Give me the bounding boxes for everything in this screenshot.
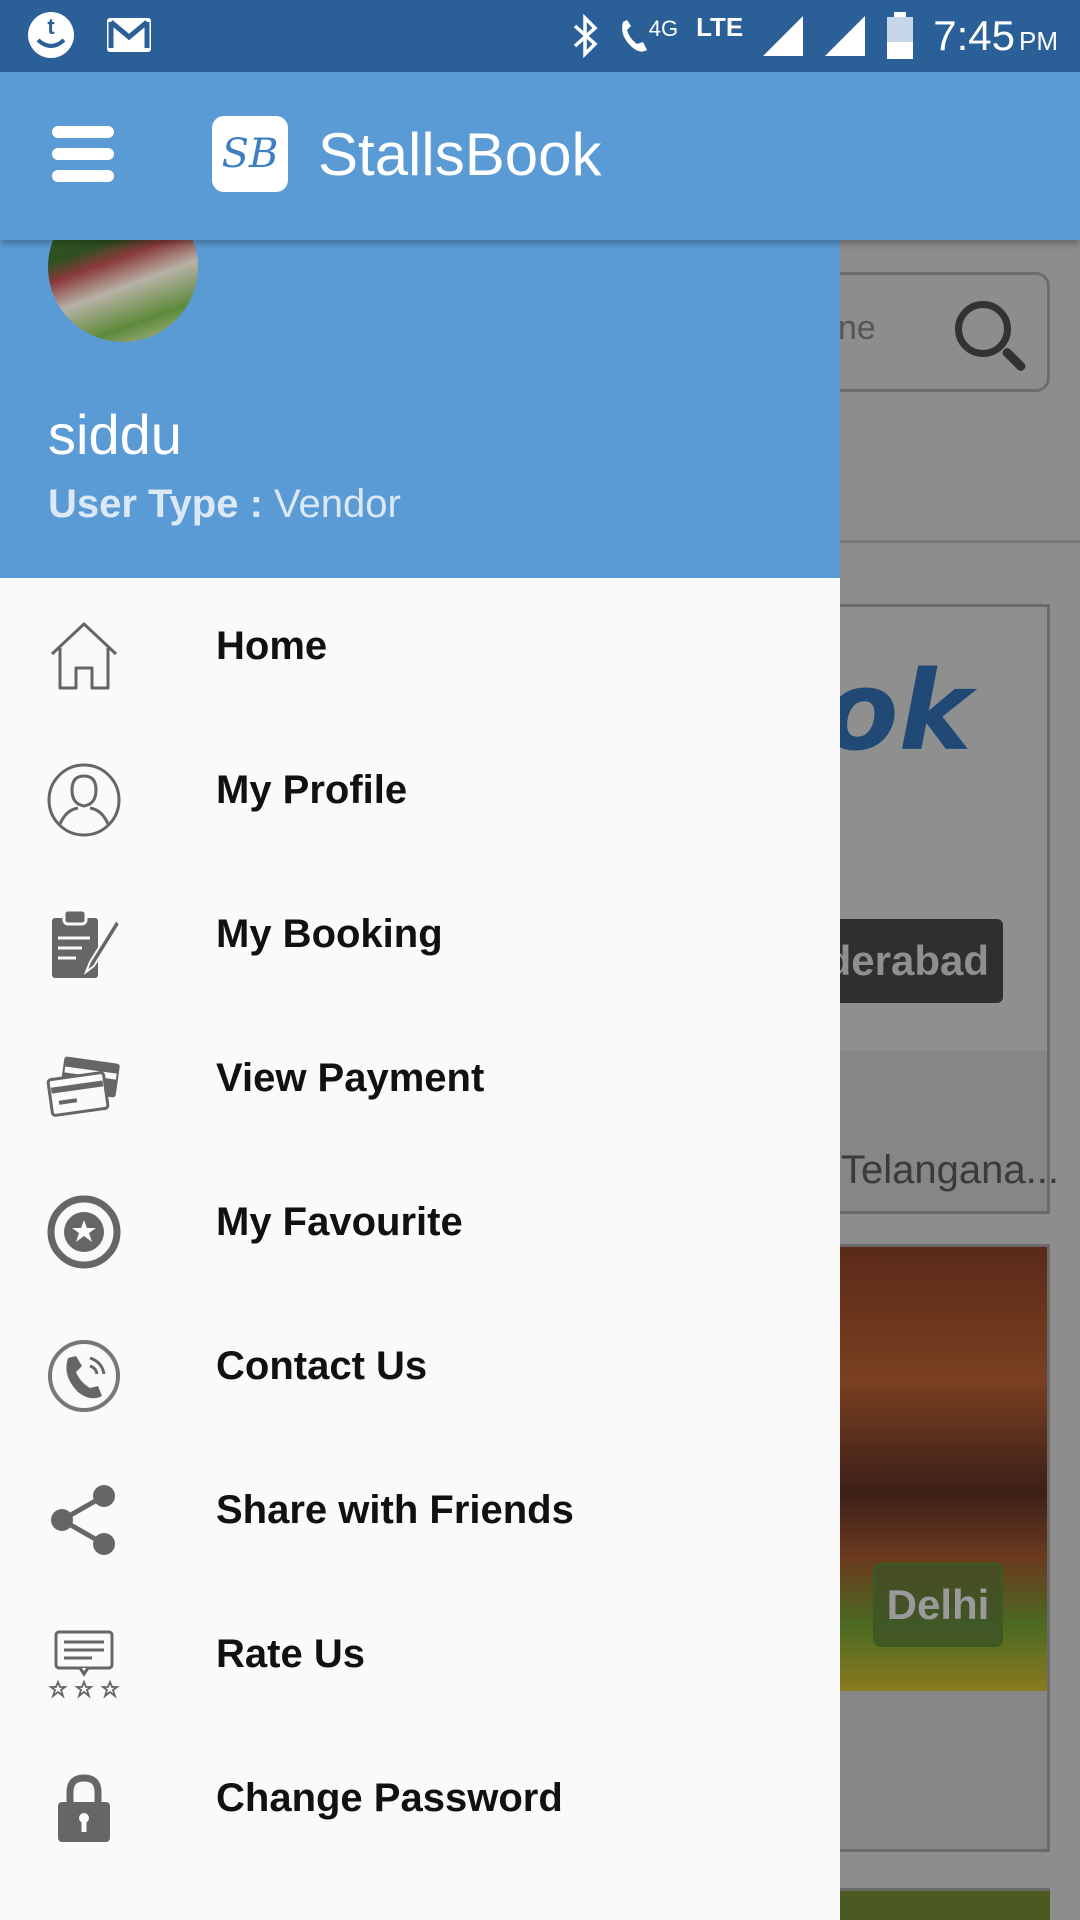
hamburger-menu-icon[interactable] — [52, 126, 114, 186]
menu-item-label: Home — [216, 624, 328, 668]
signal-2-icon — [825, 16, 866, 56]
share-icon — [51, 1485, 115, 1555]
favourite-icon — [47, 1195, 121, 1269]
payment-icon — [46, 1056, 120, 1117]
home-icon — [50, 622, 118, 690]
profile-icon — [47, 763, 121, 837]
status-clock: 7:45 PM — [933, 12, 1058, 59]
username: siddu — [48, 403, 182, 466]
notification-t-icon: t — [28, 12, 74, 58]
card-city-badge: Delhi — [873, 1563, 1003, 1647]
drawer-header: siddu User Type : Vendor — [0, 240, 840, 578]
status-bar: t 4G LTE 7:45 PM — [0, 0, 1080, 72]
app-title: StallsBook — [318, 121, 602, 188]
menu-item-label: Share with Friends — [216, 1488, 574, 1532]
app-logo: SB — [212, 116, 288, 192]
card-location: Telangana... — [841, 1148, 1059, 1192]
menu-item-contact-us[interactable]: Contact Us — [0, 1298, 840, 1442]
menu-item-label: Contact Us — [216, 1344, 428, 1388]
menu-item-my-favourite[interactable]: My Favourite — [0, 1154, 840, 1298]
menu-item-view-payment[interactable]: View Payment — [0, 1010, 840, 1154]
menu-item-home[interactable]: Home — [0, 578, 840, 722]
avatar[interactable] — [48, 240, 198, 342]
navigation-drawer: siddu User Type : Vendor Home My Profile — [0, 240, 840, 1920]
menu-item-label: View Payment — [216, 1056, 485, 1100]
menu-item-label: My Booking — [216, 912, 443, 956]
booking-icon — [52, 908, 122, 978]
rate-icon — [48, 1630, 120, 1699]
search-icon[interactable] — [955, 301, 1011, 357]
app-bar: SB StallsBook — [0, 72, 1080, 240]
drawer-menu: Home My Profile My Booking View Payment … — [0, 578, 840, 1874]
user-type: User Type : Vendor — [48, 482, 401, 526]
menu-item-my-profile[interactable]: My Profile — [0, 722, 840, 866]
menu-item-change-password[interactable]: Change Password — [0, 1730, 840, 1874]
gmail-icon — [107, 18, 151, 52]
menu-item-my-booking[interactable]: My Booking — [0, 866, 840, 1010]
menu-item-label: My Favourite — [216, 1200, 463, 1244]
call-4g-icon: 4G — [617, 16, 678, 56]
svg-text:t: t — [47, 14, 55, 39]
phone-icon — [48, 1340, 120, 1412]
menu-item-label: Rate Us — [216, 1632, 365, 1676]
lock-icon — [58, 1774, 110, 1842]
card-logo-text: ok — [823, 647, 972, 775]
menu-item-rate-us[interactable]: Rate Us — [0, 1586, 840, 1730]
menu-item-label: My Profile — [216, 768, 408, 812]
signal-1-icon — [763, 16, 804, 56]
lte-label: LTE — [696, 11, 744, 42]
search-placeholder: ne — [838, 309, 876, 347]
menu-item-label: Change Password — [216, 1776, 563, 1820]
battery-icon — [887, 12, 914, 59]
menu-item-share-with-friends[interactable]: Share with Friends — [0, 1442, 840, 1586]
bluetooth-icon — [573, 14, 598, 58]
